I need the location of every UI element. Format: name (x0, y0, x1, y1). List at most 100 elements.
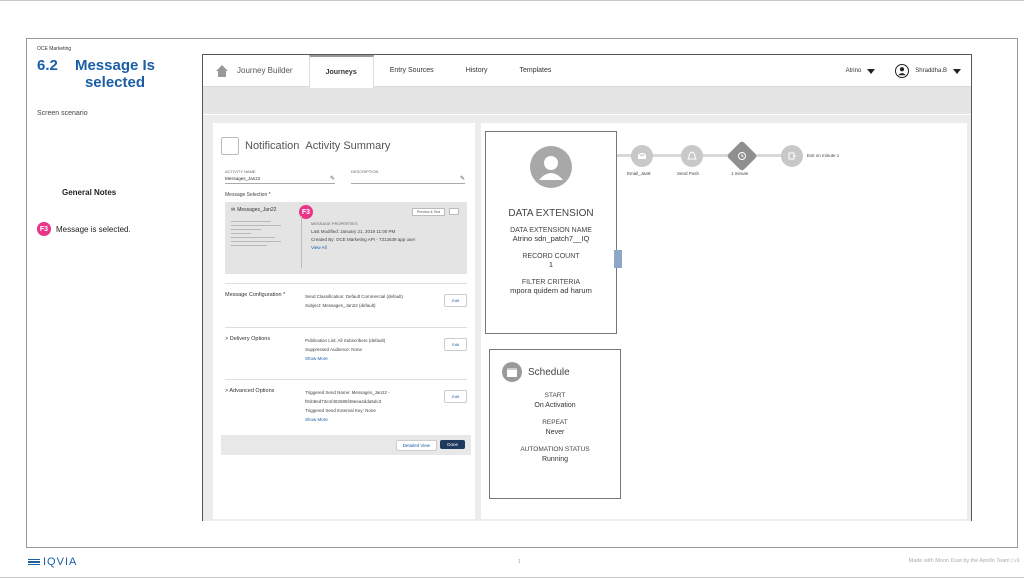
exit-node[interactable] (781, 145, 803, 167)
logo-bars-icon (28, 558, 40, 566)
triggered-send-name: Triggered Send Name: Messages_Jan22 - (305, 390, 390, 395)
slide-page: OCE Marketing 6.2 Message Is selected Sc… (0, 0, 1024, 578)
data-extension-card[interactable]: DATA EXTENSION DATA EXTENSION NAME Atrin… (485, 131, 622, 334)
last-modified: Last Modified: January 21, 2019 11:00 PM (311, 229, 396, 234)
de-name-value: Atrino sdn_patch7__IQ (512, 234, 590, 243)
user-name[interactable]: Shraddha.B (915, 68, 947, 74)
app-name: OCE Marketing (37, 46, 72, 52)
repeat-label: REPEAT (542, 419, 568, 426)
triggered-send-key: Triggered Send External Key: None (305, 408, 376, 413)
config-label: Message Configuration * (225, 292, 286, 298)
done-button[interactable]: Done (440, 440, 465, 449)
de-name-label: DATA EXTENSION NAME (510, 227, 592, 234)
start-label: START (544, 392, 566, 399)
config-body: Send Classification: Default Commercial … (305, 292, 403, 310)
user-chevron-down-icon[interactable] (953, 68, 961, 74)
delivery-body: Publication List: All Subscribers (defau… (305, 336, 385, 363)
divider (301, 216, 302, 268)
notification-icon (221, 137, 239, 155)
edit-advanced-button[interactable]: Edit (444, 390, 467, 403)
email-activity-node[interactable] (631, 145, 653, 167)
pencil-icon[interactable]: ✎ (460, 175, 465, 182)
activity-name-field[interactable]: ACTIVITY NAME Messages_Jan22 ✎ (225, 169, 335, 184)
subject: Subject: Messages_Jan22 (default) (305, 303, 376, 308)
schedule-title: Schedule (528, 366, 570, 378)
summary-title-type: Notification (245, 140, 300, 152)
user-area: Atrino Shraddha.B (846, 55, 961, 87)
message-name-text: Messages_Jan22 (237, 207, 277, 213)
edit-delivery-button[interactable]: Edit (444, 338, 467, 351)
advanced-body: Triggered Send Name: Messages_Jan22 - f9… (305, 388, 390, 424)
delivery-label[interactable]: > Delivery Options (225, 336, 270, 342)
tab-journeys[interactable]: Journeys (308, 54, 374, 88)
description-field[interactable]: DESCRIPTION ✎ (351, 169, 465, 184)
send-classification: Send Classification: Default Commercial … (305, 294, 404, 299)
user-avatar-icon[interactable] (895, 64, 910, 78)
top-rule (0, 0, 1024, 1)
start-value: On Activation (534, 402, 576, 409)
pencil-icon[interactable]: ✎ (330, 175, 335, 182)
detailed-view-button[interactable]: Detailed View (395, 440, 437, 451)
summary-title-text: Activity Summary (305, 140, 391, 152)
data-extension-title: DATA EXTENSION (508, 208, 594, 219)
edit-config-button[interactable]: Edit (444, 294, 467, 307)
wait-activity-node[interactable] (726, 140, 758, 172)
note-item: F3 Message is selected. (37, 222, 131, 236)
push-activity-node[interactable] (681, 145, 703, 167)
tab-history[interactable]: History (450, 55, 504, 87)
org-chevron-down-icon[interactable] (867, 68, 876, 74)
show-more-link[interactable]: Show More (305, 415, 390, 424)
journey-canvas[interactable]: Email_Jan8 Send Push 1 minute Exit on mi… (481, 123, 967, 519)
suppressed-audience: Suppressed Audience: None (305, 347, 363, 352)
advanced-options-section: > Advanced Options Triggered Send Name: … (225, 379, 467, 435)
slide-header: OCE Marketing 6.2 Message Is selected (37, 46, 197, 91)
message-selection-label: Message Selection * (225, 192, 271, 198)
brand-journey-builder[interactable]: Journey Builder (229, 55, 309, 87)
calendar-icon (502, 362, 522, 382)
app-window: Journey Builder Journeys Entry Sources H… (202, 54, 972, 521)
scroll-handle[interactable] (614, 250, 622, 268)
wait-node-label: 1 minute (731, 171, 749, 176)
repeat-value: Never (545, 429, 565, 436)
person-icon (530, 146, 572, 188)
advanced-label[interactable]: > Advanced Options (225, 388, 274, 394)
summary-title: Notification Activity Summary (245, 140, 390, 152)
email-icon (637, 152, 647, 159)
tab-templates[interactable]: Templates (503, 55, 567, 87)
exit-icon (788, 152, 796, 160)
preview-menu-button[interactable] (449, 208, 459, 215)
org-dropdown[interactable]: Atrino (846, 68, 862, 74)
page-number: 1 (518, 559, 521, 565)
show-more-link[interactable]: Show More (305, 354, 385, 363)
view-all-link[interactable]: View All (311, 244, 415, 252)
tab-entry-sources[interactable]: Entry Sources (374, 55, 450, 87)
selected-message-card[interactable]: ✉ Messages_Jan22 F3 MESSAGE PROPERTIES L… (225, 202, 467, 274)
message-name: ✉ Messages_Jan22 (231, 207, 276, 213)
envelope-icon: ✉ (231, 207, 236, 213)
automation-status-label: AUTOMATION STATUS (520, 446, 590, 453)
slide-number: 6.2 (37, 57, 58, 74)
slide-title: 6.2 Message Is selected (37, 57, 197, 91)
iqvia-logo: IQVIA (28, 556, 77, 568)
top-nav: Journey Builder Journeys Entry Sources H… (203, 54, 971, 88)
clock-icon (738, 152, 746, 160)
message-properties: MESSAGE PROPERTIES Last Modified: Januar… (311, 220, 415, 252)
filter-criteria-label: FILTER CRITERIA (521, 279, 581, 286)
message-configuration-section: Message Configuration * Send Classificat… (225, 283, 467, 327)
record-count-value: 1 (548, 260, 554, 269)
note-badge: F3 (37, 222, 51, 236)
push-node-label: Send Push (677, 171, 700, 176)
triggered-send-id: f91b9ed73e1f482685f48eea4dda5dc3 (305, 399, 382, 404)
props-heading: MESSAGE PROPERTIES (311, 221, 358, 226)
schedule-card[interactable]: Schedule START On Activation REPEAT Neve… (489, 349, 621, 499)
schedule-header: Schedule (490, 350, 620, 382)
record-count-label: RECORD COUNT (522, 253, 580, 260)
activity-summary-panel: Notification Activity Summary ACTIVITY NA… (213, 123, 475, 519)
preview-test-button[interactable]: Preview & Test (411, 208, 445, 216)
automation-status-value: Running (541, 456, 569, 463)
message-thumbnail (231, 218, 289, 258)
filter-criteria-value: mpora quidem ad harum (510, 286, 592, 295)
publication-list: Publication List: All Subscribers (defau… (305, 338, 386, 343)
activity-name-label: ACTIVITY NAME (225, 169, 256, 174)
home-icon[interactable] (215, 64, 229, 78)
